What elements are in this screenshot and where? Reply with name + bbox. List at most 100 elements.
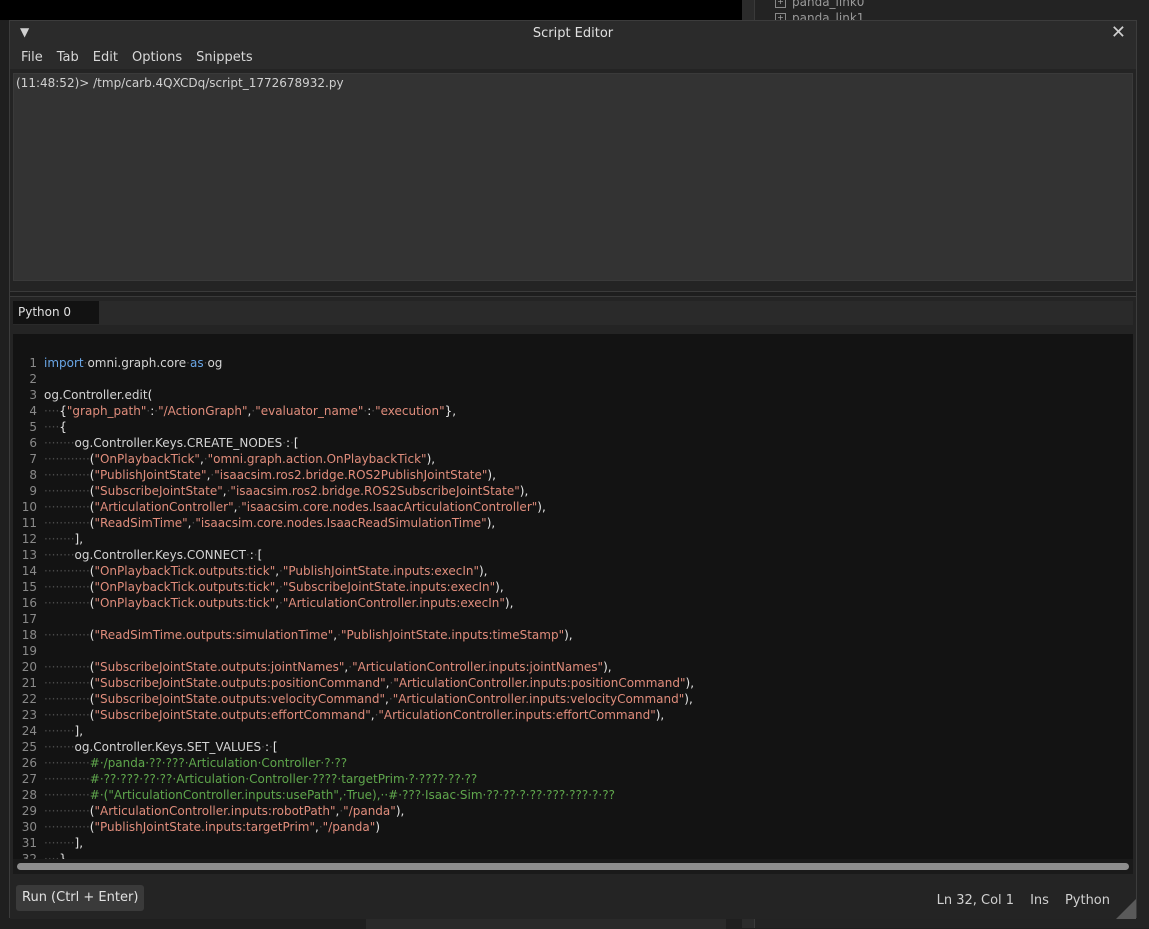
code-text: ············("ReadSimTime",·"isaacsim.co… xyxy=(44,516,496,530)
code-line[interactable]: 2 xyxy=(13,371,1133,387)
code-line[interactable]: 29 ············("ArticulationController.i… xyxy=(13,803,1133,819)
code-line[interactable]: 25 ········og.Controller.Keys.SET_VALUES·… xyxy=(13,739,1133,755)
code-text: ········], xyxy=(44,724,84,738)
code-line[interactable]: 20 ············("SubscribeJointState.outp… xyxy=(13,659,1133,675)
code-line[interactable]: 10 ············("ArticulationController",… xyxy=(13,499,1133,515)
code-line[interactable]: 27 ············#·??·???·??·??·Articulatio… xyxy=(13,771,1133,787)
code-text: ············("OnPlaybackTick.outputs:tic… xyxy=(44,596,514,610)
status-bar: Ln 32, Col 1 Ins Python xyxy=(937,893,1110,908)
code-line[interactable]: 7 ············("OnPlaybackTick",·"omni.gr… xyxy=(13,451,1133,467)
code-text: ············("SubscribeJointState.output… xyxy=(44,692,693,706)
line-number: 13 xyxy=(21,548,37,562)
tab-python-0[interactable]: Python 0 xyxy=(13,301,99,324)
code-text: ············#·("ArticulationController.i… xyxy=(44,788,615,802)
line-number: 10 xyxy=(21,500,37,514)
code-text: ············("PublishJointState.inputs:t… xyxy=(44,820,380,834)
collapse-triangle-icon[interactable]: ▼ xyxy=(20,25,29,39)
code-text: ····{ xyxy=(44,420,67,434)
line-number: 16 xyxy=(21,596,37,610)
cursor-position: Ln 32, Col 1 xyxy=(936,893,1015,908)
line-number: 31 xyxy=(21,836,37,850)
code-line[interactable]: 22 ············("SubscribeJointState.outp… xyxy=(13,691,1133,707)
line-number: 18 xyxy=(21,628,37,642)
code-line[interactable]: 17 xyxy=(13,611,1133,627)
code-line[interactable]: 30 ············("PublishJointState.inputs… xyxy=(13,819,1133,835)
line-number: 25 xyxy=(21,740,37,754)
line-number: 5 xyxy=(29,420,37,434)
code-line[interactable]: 11 ············("ReadSimTime",·"isaacsim.… xyxy=(13,515,1133,531)
line-number: 30 xyxy=(21,820,37,834)
line-number: 24 xyxy=(21,724,37,738)
run-button[interactable]: Run (Ctrl + Enter) xyxy=(16,885,145,911)
code-line[interactable]: 13 ········og.Controller.Keys.CONNECT·:·[ xyxy=(13,547,1133,563)
code-editor[interactable]: 1 import·omni.graph.core·as·og 2 3 og.Contro… xyxy=(13,334,1133,859)
code-line[interactable]: 23 ············("SubscribeJointState.outp… xyxy=(13,707,1133,723)
code-line[interactable]: 16 ············("OnPlaybackTick.outputs:t… xyxy=(13,595,1133,611)
code-line[interactable]: 1 import·omni.graph.core·as·og xyxy=(13,355,1133,371)
code-line[interactable]: 21 ············("SubscribeJointState.outp… xyxy=(13,675,1133,691)
line-number: 26 xyxy=(21,756,37,770)
code-line[interactable]: 18 ············("ReadSimTime.outputs:simu… xyxy=(13,627,1133,643)
line-number: 9 xyxy=(29,484,37,498)
expand-icon[interactable]: + xyxy=(775,0,786,8)
code-text: ····{"graph_path"·:·"/ActionGraph",·"eva… xyxy=(44,404,457,418)
code-text: ············("OnPlaybackTick",·"omni.gra… xyxy=(44,452,436,466)
code-line[interactable]: 6 ········og.Controller.Keys.CREATE_NODES… xyxy=(13,435,1133,451)
output-line: (11:48:52)> /tmp/carb.4QXCDq/script_1772… xyxy=(16,76,344,90)
horizontal-scrollbar[interactable] xyxy=(13,859,1133,874)
code-line[interactable]: 12 ········], xyxy=(13,531,1133,547)
code-line[interactable]: 3 og.Controller.edit( xyxy=(13,387,1133,403)
menu-edit[interactable]: Edit xyxy=(86,50,125,65)
code-text: ············("ArticulationController.inp… xyxy=(44,804,405,818)
line-number: 20 xyxy=(21,660,37,674)
code-line[interactable]: 32 ····}, xyxy=(13,851,1133,859)
line-number: 2 xyxy=(29,372,37,386)
code-text: import·omni.graph.core·as·og xyxy=(44,356,223,370)
code-line[interactable]: 24 ········], xyxy=(13,723,1133,739)
menu-tab[interactable]: Tab xyxy=(50,50,86,65)
code-text: og.Controller.edit( xyxy=(44,388,153,402)
close-icon[interactable]: ✕ xyxy=(1111,22,1126,43)
menu-bar: File Tab Edit Options Snippets xyxy=(10,45,1136,69)
line-number: 15 xyxy=(21,580,37,594)
code-line[interactable]: 14 ············("OnPlaybackTick.outputs:t… xyxy=(13,563,1133,579)
code-text: ············#·/panda·??·???·Articulation… xyxy=(44,756,348,770)
line-number: 27 xyxy=(21,772,37,786)
line-number: 17 xyxy=(21,612,37,626)
resize-grip-icon[interactable] xyxy=(1116,899,1136,919)
language-mode[interactable]: Python xyxy=(1065,893,1110,908)
line-number: 22 xyxy=(21,692,37,706)
code-text: ············("ReadSimTime.outputs:simula… xyxy=(44,628,573,642)
line-number: 23 xyxy=(21,708,37,722)
line-number: 21 xyxy=(21,676,37,690)
line-number: 6 xyxy=(29,436,37,450)
code-line[interactable]: 26 ············#·/panda·??·???·Articulati… xyxy=(13,755,1133,771)
tree-row[interactable]: + panda_link0 xyxy=(775,0,864,10)
window-title: Script Editor xyxy=(532,25,614,41)
scrollbar-thumb[interactable] xyxy=(17,863,1129,870)
line-number: 8 xyxy=(29,468,37,482)
code-line[interactable]: 5 ····{ xyxy=(13,419,1133,435)
menu-snippets[interactable]: Snippets xyxy=(189,50,259,65)
code-text: ············#·??·???·??·??·Articulation·… xyxy=(44,772,478,786)
code-line[interactable]: 8 ············("PublishJointState",·"isaa… xyxy=(13,467,1133,483)
code-line[interactable]: 4 ····{"graph_path"·:·"/ActionGraph",·"ev… xyxy=(13,403,1133,419)
background-app-viewport xyxy=(0,0,742,20)
code-line[interactable]: 15 ············("OnPlaybackTick.outputs:t… xyxy=(13,579,1133,595)
line-number: 19 xyxy=(21,644,37,658)
code-line[interactable]: 9 ············("SubscribeJointState",·"is… xyxy=(13,483,1133,499)
code-line[interactable]: 31 ········], xyxy=(13,835,1133,851)
code-text: ············("OnPlaybackTick.outputs:tic… xyxy=(44,564,488,578)
code-line[interactable]: 28 ············#·("ArticulationController… xyxy=(13,787,1133,803)
code-text: ········og.Controller.Keys.CREATE_NODES·… xyxy=(44,436,299,450)
code-text: ············("ArticulationController",·"… xyxy=(44,500,546,514)
window-titlebar[interactable]: ▼ Script Editor ✕ xyxy=(10,21,1136,45)
pane-splitter[interactable] xyxy=(10,291,1136,297)
line-number: 29 xyxy=(21,804,37,818)
code-line[interactable]: 19 xyxy=(13,643,1133,659)
code-text: ········], xyxy=(44,836,84,850)
output-console[interactable]: (11:48:52)> /tmp/carb.4QXCDq/script_1772… xyxy=(13,73,1133,281)
menu-file[interactable]: File xyxy=(14,50,50,65)
line-number: 4 xyxy=(29,404,37,418)
menu-options[interactable]: Options xyxy=(125,50,189,65)
